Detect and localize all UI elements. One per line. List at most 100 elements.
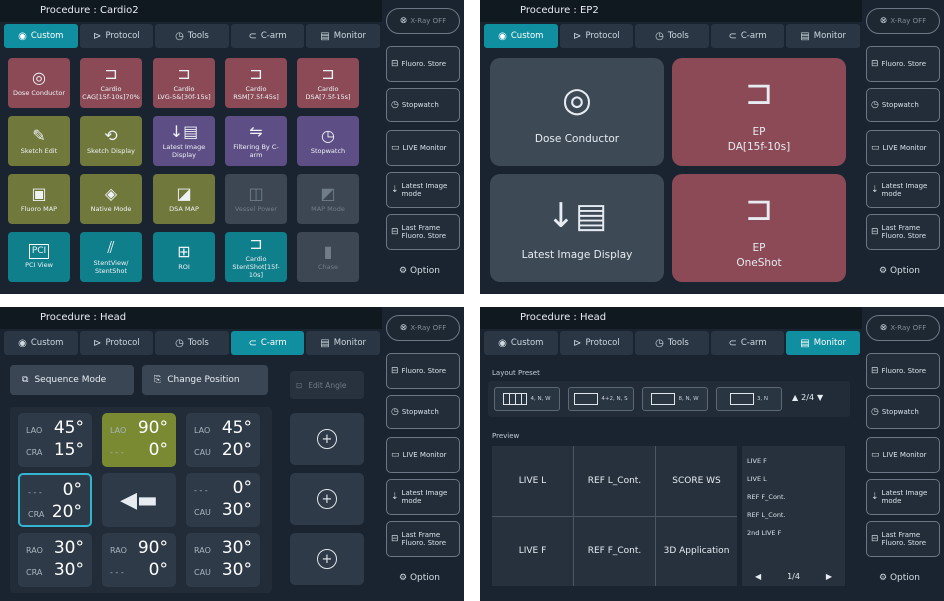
layout-preset-option[interactable]: 3, N (716, 387, 782, 411)
tab-protocol[interactable]: ⊳ Protocol (79, 331, 154, 355)
tab-monitor[interactable]: ▤ Monitor (306, 24, 380, 48)
fluoro-map-tile[interactable]: ▣ Fluoro MAP (8, 174, 70, 224)
latest-image-mode-button[interactable]: ⇣ Latest Image mode (866, 479, 940, 515)
filtering-by-c-arm-tile[interactable]: ⇋ Filtering By C-arm (225, 116, 287, 166)
tab-c-arm[interactable]: ⊂ C-arm (230, 24, 305, 48)
latest-image-display-tile[interactable]: ↓▤ Latest Image Display (153, 116, 215, 166)
live-monitor-button[interactable]: ▭ LIVE Monitor (866, 437, 940, 473)
sequence-mode-button[interactable]: ⧉ Sequence Mode (10, 365, 134, 395)
angle-preset-selected[interactable]: - - - 0° CRA 20° (18, 473, 92, 527)
roi-tile[interactable]: ⊞ ROI (153, 232, 215, 282)
angle-preset[interactable]: LAO 45° CRA 15° (18, 413, 92, 467)
tab-protocol[interactable]: ⊳ Protocol (559, 331, 634, 355)
latest-image-mode-button[interactable]: ⇣ Latest Image mode (866, 172, 940, 208)
tab-c-arm[interactable]: ⊂ C-arm (230, 331, 305, 355)
latest-image-mode-button[interactable]: ⇣ Latest Image mode (386, 479, 460, 515)
add-angle-button[interactable]: + (290, 533, 364, 585)
sketch-display-tile[interactable]: ⟲ Sketch Display (80, 116, 142, 166)
preview-cell[interactable]: SCORE WS (656, 446, 737, 516)
tab-monitor[interactable]: ▤ Monitor (786, 24, 860, 48)
stopwatch-button[interactable]: ◷ Stopwatch (386, 395, 460, 429)
cardio-dsa-tile[interactable]: ⊐ Cardio DSA[7.5f-15s] (297, 58, 359, 108)
preview-cell[interactable]: REF L_Cont. (574, 446, 655, 516)
last-frame-store-button[interactable]: ⊟ Last Frame Fluoro. Store (386, 521, 460, 557)
layout-preset-option[interactable]: 8, N, W (642, 387, 708, 411)
last-frame-store-button[interactable]: ⊟ Last Frame Fluoro. Store (386, 214, 460, 250)
option-button[interactable]: ⚙ Option (399, 266, 440, 276)
layout-preset-option[interactable]: 4, N, W (494, 387, 560, 411)
dose-conductor-tile[interactable]: ◎ Dose Conductor (490, 58, 664, 166)
tab-custom[interactable]: ◉ Custom (4, 24, 78, 48)
fluoro-store-button[interactable]: ⊟ Fluoro. Store (386, 353, 460, 389)
list-item[interactable]: LIVE F (747, 452, 840, 470)
xray-off-button[interactable]: ⊗ X-Ray OFF (386, 315, 460, 341)
fluoro-store-button[interactable]: ⊟ Fluoro. Store (386, 46, 460, 82)
fluoro-store-button[interactable]: ⊟ Fluoro. Store (866, 46, 940, 82)
preset-pager[interactable]: ▲ 2/4 ▼ (792, 393, 823, 402)
sketch-edit-tile[interactable]: ✎ Sketch Edit (8, 116, 70, 166)
stentview-tile[interactable]: ⫽ StentView/StentShot (80, 232, 142, 282)
fluoro-store-button[interactable]: ⊟ Fluoro. Store (866, 353, 940, 389)
live-monitor-button[interactable]: ▭ LIVE Monitor (386, 437, 460, 473)
option-button[interactable]: ⚙ Option (879, 266, 920, 276)
add-angle-button[interactable]: + (290, 473, 364, 525)
list-item[interactable]: REF L_Cont. (747, 506, 840, 524)
list-item[interactable]: 2nd LIVE F (747, 524, 840, 542)
tab-tools[interactable]: ◷ Tools (635, 331, 709, 355)
latest-image-mode-button[interactable]: ⇣ Latest Image mode (386, 172, 460, 208)
tab-tools[interactable]: ◷ Tools (635, 24, 709, 48)
last-frame-store-button[interactable]: ⊟ Last Frame Fluoro. Store (866, 521, 940, 557)
latest-image-display-tile[interactable]: ↓▤ Latest Image Display (490, 174, 664, 282)
angle-preset[interactable]: RAO 90° - - - 0° (102, 533, 176, 587)
layout-preset-option[interactable]: 4+2, N, S (568, 387, 634, 411)
cardio-lvg-tile[interactable]: ⊐ Cardio LVG-5&[30f-15s] (153, 58, 215, 108)
arrow-right-icon[interactable]: ▶ (826, 572, 832, 581)
live-monitor-button[interactable]: ▭ LIVE Monitor (866, 130, 940, 166)
dsa-map-tile[interactable]: ◪ DSA MAP (153, 174, 215, 224)
stopwatch-button[interactable]: ◷ Stopwatch (866, 88, 940, 122)
cardio-rsm-tile[interactable]: ⊐ Cardio RSM[7.5f-45s] (225, 58, 287, 108)
tab-c-arm[interactable]: ⊂ C-arm (710, 24, 785, 48)
last-frame-store-button[interactable]: ⊟ Last Frame Fluoro. Store (866, 214, 940, 250)
list-item[interactable]: REF F_Cont. (747, 488, 840, 506)
tab-monitor[interactable]: ▤ Monitor (786, 331, 860, 355)
preview-cell[interactable]: LIVE L (492, 446, 573, 516)
cardio-cag-tile[interactable]: ⊐ Cardio CAG[15f-10s]70% (80, 58, 142, 108)
ep-oneshot-tile[interactable]: ⊐ EP OneShot (672, 174, 846, 282)
change-position-button[interactable]: ⎘ Change Position (142, 365, 268, 395)
tab-protocol[interactable]: ⊳ Protocol (79, 24, 154, 48)
angle-preset[interactable]: - - - 0° CAU 30° (186, 473, 260, 527)
tab-monitor[interactable]: ▤ Monitor (306, 331, 380, 355)
tab-tools[interactable]: ◷ Tools (155, 331, 229, 355)
tab-custom[interactable]: ◉ Custom (484, 24, 558, 48)
angle-preset[interactable]: LAO 90° - - - 0° (102, 413, 176, 467)
xray-off-button[interactable]: ⊗ X-Ray OFF (386, 8, 460, 34)
tab-custom[interactable]: ◉ Custom (4, 331, 78, 355)
stopwatch-tile[interactable]: ◷ Stopwatch (297, 116, 359, 166)
preview-cell[interactable]: REF F_Cont. (574, 516, 655, 586)
live-monitor-button[interactable]: ▭ LIVE Monitor (386, 130, 460, 166)
pci-view-tile[interactable]: PCI PCI View (8, 232, 70, 282)
xray-off-button[interactable]: ⊗ X-Ray OFF (866, 315, 940, 341)
option-button[interactable]: ⚙ Option (399, 573, 440, 583)
ep-da-tile[interactable]: ⊐ EP DA[15f-10s] (672, 58, 846, 166)
native-mode-tile[interactable]: ◈ Native Mode (80, 174, 142, 224)
xray-off-button[interactable]: ⊗ X-Ray OFF (866, 8, 940, 34)
stopwatch-button[interactable]: ◷ Stopwatch (386, 88, 460, 122)
add-angle-button[interactable]: + (290, 413, 364, 465)
angle-preset[interactable]: RAO 30° CRA 30° (18, 533, 92, 587)
preview-cell[interactable]: LIVE F (492, 516, 573, 586)
tab-c-arm[interactable]: ⊂ C-arm (710, 331, 785, 355)
arrow-left-icon[interactable]: ◀ (755, 572, 761, 581)
dose-conductor-tile[interactable]: ◎ Dose Conductor (8, 58, 70, 108)
tab-custom[interactable]: ◉ Custom (484, 331, 558, 355)
cardio-stentshot-tile[interactable]: ⊐ Cardio StentShot[15f-10s] (225, 232, 287, 282)
angle-preset[interactable]: RAO 30° CAU 30° (186, 533, 260, 587)
preview-cell[interactable]: 3D Application (656, 516, 737, 586)
tab-tools[interactable]: ◷ Tools (155, 24, 229, 48)
tab-protocol[interactable]: ⊳ Protocol (559, 24, 634, 48)
option-button[interactable]: ⚙ Option (879, 573, 920, 583)
angle-preset[interactable]: LAO 45° CAU 20° (186, 413, 260, 467)
stopwatch-button[interactable]: ◷ Stopwatch (866, 395, 940, 429)
list-item[interactable]: LIVE L (747, 470, 840, 488)
